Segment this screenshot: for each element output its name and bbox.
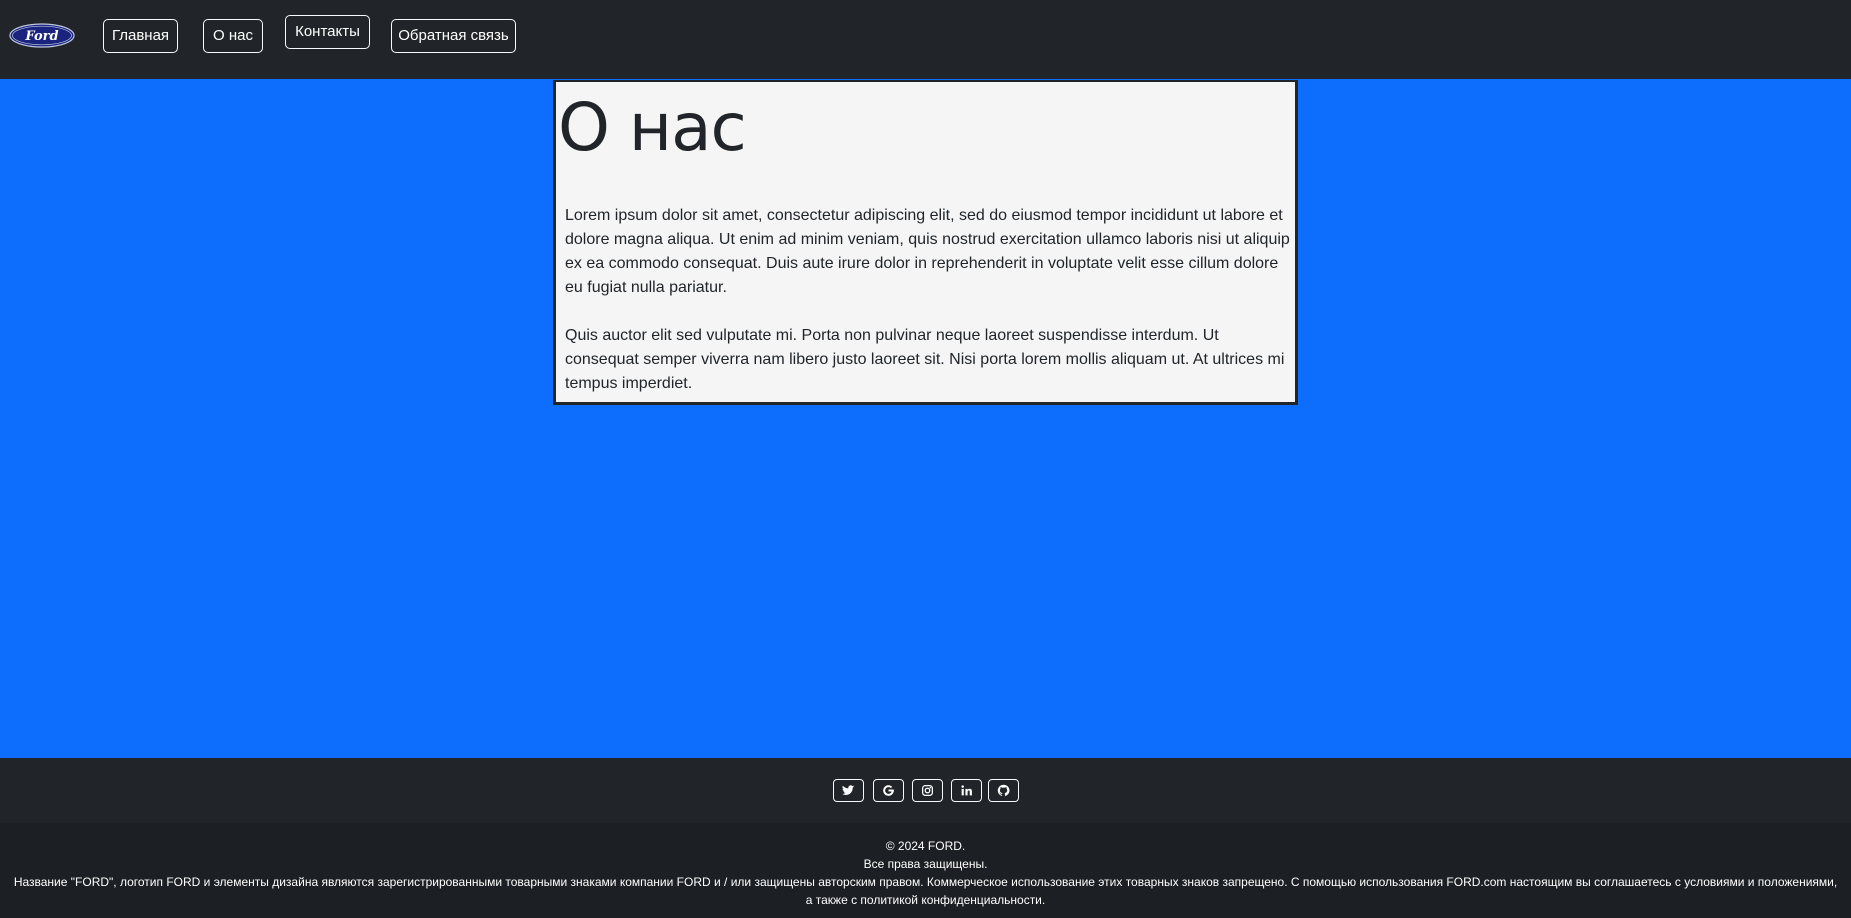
footer-social-bar (0, 758, 1851, 823)
google-button[interactable] (873, 779, 904, 802)
nav-home-button[interactable]: Главная (103, 19, 178, 53)
ford-logo-text: Ford (24, 29, 58, 44)
nav-contacts-button[interactable]: Контакты (285, 15, 370, 49)
navbar: Ford Главная О нас Контакты Обратная свя… (0, 0, 1851, 79)
instagram-icon (921, 784, 934, 797)
linkedin-button[interactable] (951, 779, 982, 802)
google-icon (883, 785, 894, 796)
linkedin-icon (961, 785, 972, 796)
github-icon (997, 784, 1010, 796)
nav-feedback-button[interactable]: Обратная связь (391, 19, 516, 53)
twitter-icon (842, 785, 855, 795)
rights-text: Все права защищены. (863, 857, 988, 871)
github-button[interactable] (988, 779, 1019, 802)
footer-copyright: © 2024 FORD. Все права защищены. Названи… (0, 823, 1851, 918)
copyright-text: © 2024 FORD. (885, 839, 966, 853)
page-title: О нас (558, 89, 747, 166)
nav-about-button[interactable]: О нас (203, 19, 263, 53)
about-card: О нас Lorem ipsum dolor sit amet, consec… (553, 80, 1298, 405)
twitter-button[interactable] (833, 779, 864, 802)
ford-logo[interactable]: Ford (9, 23, 75, 48)
ford-logo-icon: Ford (9, 23, 75, 48)
about-paragraph-1: Lorem ipsum dolor sit amet, consectetur … (565, 207, 1290, 296)
legal-notice: Название "FORD", логотип FORD и элементы… (13, 875, 1838, 907)
about-paragraph-2: Quis auctor elit sed vulputate mi. Porta… (565, 327, 1285, 392)
instagram-button[interactable] (912, 779, 943, 802)
